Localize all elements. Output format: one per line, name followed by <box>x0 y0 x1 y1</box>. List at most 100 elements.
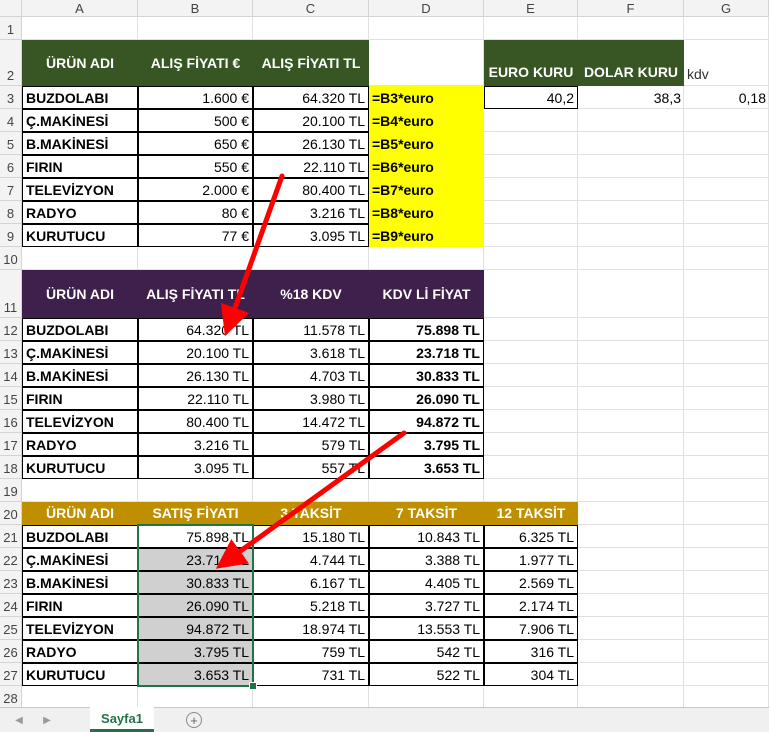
row-header-17[interactable]: 17 <box>0 433 22 456</box>
table3-product-name[interactable]: Ç.MAKİNESİ <box>22 548 138 571</box>
table1-price-eur[interactable]: 80 € <box>138 201 253 224</box>
table3-installment-7[interactable]: 13.553 TL <box>369 617 484 640</box>
table3-header-2[interactable]: 3 TAKSİT <box>253 502 369 525</box>
table2-price-with-kdv[interactable]: 26.090 TL <box>369 387 484 410</box>
row-header-16[interactable]: 16 <box>0 410 22 433</box>
row-header-24[interactable]: 24 <box>0 594 22 617</box>
table1-price-tl[interactable]: 22.110 TL <box>253 155 369 178</box>
table2-kdv-amount[interactable]: 11.578 TL <box>253 318 369 341</box>
row-header-20[interactable]: 20 <box>0 502 22 525</box>
table3-installment-12[interactable]: 7.906 TL <box>484 617 578 640</box>
table1-price-eur[interactable]: 1.600 € <box>138 86 253 109</box>
table2-product-name[interactable]: TELEVİZYON <box>22 410 138 433</box>
table2-price-tl[interactable]: 64.320 TL <box>138 318 253 341</box>
row-header-7[interactable]: 7 <box>0 178 22 201</box>
table3-header-0[interactable]: ÜRÜN ADI <box>22 502 138 525</box>
table3-installment-7[interactable]: 542 TL <box>369 640 484 663</box>
column-header-b[interactable]: B <box>138 0 253 17</box>
table2-header-0[interactable]: ÜRÜN ADI <box>22 270 138 318</box>
row-header-25[interactable]: 25 <box>0 617 22 640</box>
table2-kdv-amount[interactable]: 579 TL <box>253 433 369 456</box>
select-all-corner[interactable] <box>0 0 22 17</box>
table3-installment-3[interactable]: 5.218 TL <box>253 594 369 617</box>
add-sheet-icon[interactable]: + <box>186 712 202 728</box>
table2-kdv-amount[interactable]: 3.618 TL <box>253 341 369 364</box>
table3-installment-12[interactable]: 2.569 TL <box>484 571 578 594</box>
row-header-22[interactable]: 22 <box>0 548 22 571</box>
prev-sheet-icon[interactable]: ◀ <box>12 712 26 728</box>
row-header-27[interactable]: 27 <box>0 663 22 686</box>
table1-formula-note[interactable]: =B4*euro <box>369 109 484 132</box>
table3-installment-12[interactable]: 2.174 TL <box>484 594 578 617</box>
table1-formula-note[interactable]: =B6*euro <box>369 155 484 178</box>
column-header-a[interactable]: A <box>22 0 138 17</box>
row-header-14[interactable]: 14 <box>0 364 22 387</box>
table1-price-tl[interactable]: 80.400 TL <box>253 178 369 201</box>
table2-price-with-kdv[interactable]: 3.653 TL <box>369 456 484 479</box>
table1-product-name[interactable]: Ç.MAKİNESİ <box>22 109 138 132</box>
table1-price-tl[interactable]: 20.100 TL <box>253 109 369 132</box>
table3-header-3[interactable]: 7 TAKSİT <box>369 502 484 525</box>
row-header-26[interactable]: 26 <box>0 640 22 663</box>
table3-product-name[interactable]: RADYO <box>22 640 138 663</box>
table1-price-eur[interactable]: 2.000 € <box>138 178 253 201</box>
table2-header-1[interactable]: ALIŞ FİYATI TL <box>138 270 253 318</box>
table3-sale-price[interactable]: 3.653 TL <box>138 663 253 686</box>
table1-price-tl[interactable]: 3.216 TL <box>253 201 369 224</box>
table2-price-tl[interactable]: 22.110 TL <box>138 387 253 410</box>
table1-formula-note[interactable]: =B5*euro <box>369 132 484 155</box>
table3-product-name[interactable]: KURUTUCU <box>22 663 138 686</box>
row-header-15[interactable]: 15 <box>0 387 22 410</box>
spreadsheet-grid[interactable]: A B C D E F G 1 2 3 4 5 6 7 8 9 10 11 12 13 14 15 16 17 18 19 20 21… <box>0 0 769 707</box>
table1-price-eur[interactable]: 500 € <box>138 109 253 132</box>
table3-installment-7[interactable]: 522 TL <box>369 663 484 686</box>
table2-product-name[interactable]: KURUTUCU <box>22 456 138 479</box>
table2-product-name[interactable]: B.MAKİNESİ <box>22 364 138 387</box>
row-header-13[interactable]: 13 <box>0 341 22 364</box>
table3-installment-12[interactable]: 316 TL <box>484 640 578 663</box>
sheet-tab-sayfa1[interactable]: Sayfa1 <box>90 707 154 732</box>
table2-price-with-kdv[interactable]: 30.833 TL <box>369 364 484 387</box>
table3-product-name[interactable]: BUZDOLABI <box>22 525 138 548</box>
row-header-1[interactable]: 1 <box>0 17 22 40</box>
table2-header-3[interactable]: KDV Lİ FİYAT <box>369 270 484 318</box>
row-header-21[interactable]: 21 <box>0 525 22 548</box>
row-header-18[interactable]: 18 <box>0 456 22 479</box>
table2-price-with-kdv[interactable]: 23.718 TL <box>369 341 484 364</box>
kdv-rate-value[interactable]: 0,18 <box>684 86 769 109</box>
column-header-f[interactable]: F <box>578 0 684 17</box>
column-header-c[interactable]: C <box>253 0 369 17</box>
table3-installment-3[interactable]: 6.167 TL <box>253 571 369 594</box>
table2-price-tl[interactable]: 3.216 TL <box>138 433 253 456</box>
dollar-rate-label[interactable]: DOLAR KURU <box>578 40 684 86</box>
table3-installment-12[interactable]: 1.977 TL <box>484 548 578 571</box>
table3-installment-7[interactable]: 3.727 TL <box>369 594 484 617</box>
table2-price-tl[interactable]: 80.400 TL <box>138 410 253 433</box>
column-header-g[interactable]: G <box>684 0 769 17</box>
row-header-2[interactable]: 2 <box>0 40 22 86</box>
table3-installment-12[interactable]: 304 TL <box>484 663 578 686</box>
row-header-9[interactable]: 9 <box>0 224 22 247</box>
next-sheet-icon[interactable]: ▶ <box>40 712 54 728</box>
table3-installment-3[interactable]: 15.180 TL <box>253 525 369 548</box>
row-header-4[interactable]: 4 <box>0 109 22 132</box>
table2-kdv-amount[interactable]: 14.472 TL <box>253 410 369 433</box>
table2-price-with-kdv[interactable]: 3.795 TL <box>369 433 484 456</box>
kdv-rate-label[interactable]: kdv <box>684 40 769 86</box>
table3-sale-price[interactable]: 75.898 TL <box>138 525 253 548</box>
table3-product-name[interactable]: B.MAKİNESİ <box>22 571 138 594</box>
row-header-23[interactable]: 23 <box>0 571 22 594</box>
table3-installment-7[interactable]: 3.388 TL <box>369 548 484 571</box>
table2-product-name[interactable]: FIRIN <box>22 387 138 410</box>
table3-installment-3[interactable]: 4.744 TL <box>253 548 369 571</box>
table2-kdv-amount[interactable]: 4.703 TL <box>253 364 369 387</box>
table3-header-1[interactable]: SATIŞ FİYATI <box>138 502 253 525</box>
table3-installment-7[interactable]: 4.405 TL <box>369 571 484 594</box>
table3-installment-7[interactable]: 10.843 TL <box>369 525 484 548</box>
table1-price-tl[interactable]: 26.130 TL <box>253 132 369 155</box>
euro-rate-label[interactable]: EURO KURU <box>484 40 578 86</box>
table1-formula-note[interactable]: =B9*euro <box>369 224 484 247</box>
table1-price-eur[interactable]: 650 € <box>138 132 253 155</box>
fill-handle[interactable] <box>249 682 257 690</box>
table3-sale-price[interactable]: 94.872 TL <box>138 617 253 640</box>
